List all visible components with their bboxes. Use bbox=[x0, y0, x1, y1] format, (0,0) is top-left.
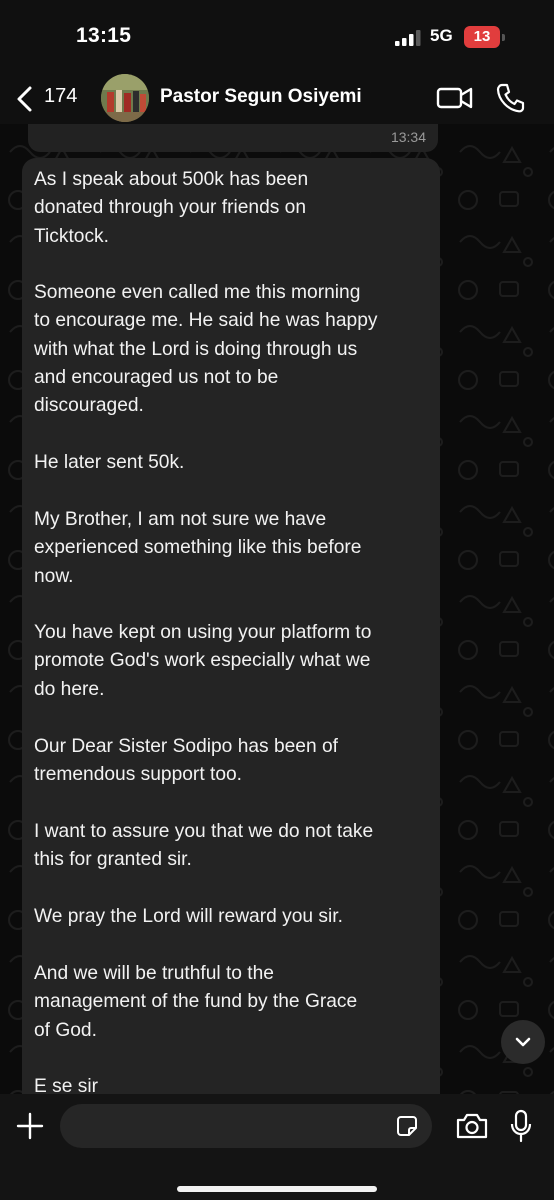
sticker-icon[interactable] bbox=[396, 1115, 418, 1137]
video-camera-icon[interactable] bbox=[436, 84, 474, 112]
phone-icon[interactable] bbox=[495, 82, 525, 114]
camera-icon[interactable] bbox=[455, 1112, 489, 1140]
status-time: 13:15 bbox=[76, 24, 132, 47]
message-paragraph: We pray the Lord will reward you sir. bbox=[34, 906, 343, 927]
status-bar: 13:15 5G 13 bbox=[0, 0, 554, 74]
message-paragraph: I want to assure you that we do not take… bbox=[34, 821, 374, 871]
contact-name[interactable]: Pastor Segun Osiyemi bbox=[160, 86, 362, 108]
message-paragraph: And we will be truthful to the managemen… bbox=[34, 963, 358, 1041]
message-paragraph: As I speak about 500k has been donated t… bbox=[34, 169, 309, 247]
signal-icon bbox=[395, 30, 421, 46]
message-input[interactable] bbox=[60, 1104, 432, 1148]
message-paragraph: He later sent 50k. bbox=[34, 452, 185, 473]
home-indicator[interactable] bbox=[177, 1186, 377, 1192]
network-type: 5G bbox=[430, 26, 453, 45]
avatar[interactable] bbox=[101, 74, 149, 122]
battery-level: 13 bbox=[473, 28, 491, 45]
message-bubble[interactable]: As I speak about 500k has been donated t… bbox=[22, 158, 440, 1108]
battery-indicator: 13 bbox=[464, 26, 506, 48]
scroll-to-bottom-button[interactable] bbox=[501, 1020, 545, 1064]
microphone-icon[interactable] bbox=[510, 1109, 532, 1143]
message-paragraph: Someone even called me this morning to e… bbox=[34, 282, 378, 417]
message-timestamp: 13:34 bbox=[390, 129, 426, 145]
plus-icon[interactable] bbox=[16, 1112, 44, 1140]
message-paragraph: Our Dear Sister Sodipo has been of treme… bbox=[34, 736, 338, 786]
message-paragraph: You have kept on using your platform to … bbox=[34, 622, 372, 700]
chat-header: 174 Pastor Segun Osiyemi bbox=[0, 74, 554, 124]
message-input-bar bbox=[0, 1094, 554, 1200]
chevron-down-icon bbox=[515, 1037, 531, 1047]
previous-message-bubble[interactable]: 13:34 bbox=[28, 122, 438, 152]
back-unread-count[interactable]: 174 bbox=[44, 85, 77, 108]
message-paragraph: My Brother, I am not sure we have experi… bbox=[34, 509, 362, 587]
chevron-left-icon[interactable] bbox=[14, 84, 36, 114]
